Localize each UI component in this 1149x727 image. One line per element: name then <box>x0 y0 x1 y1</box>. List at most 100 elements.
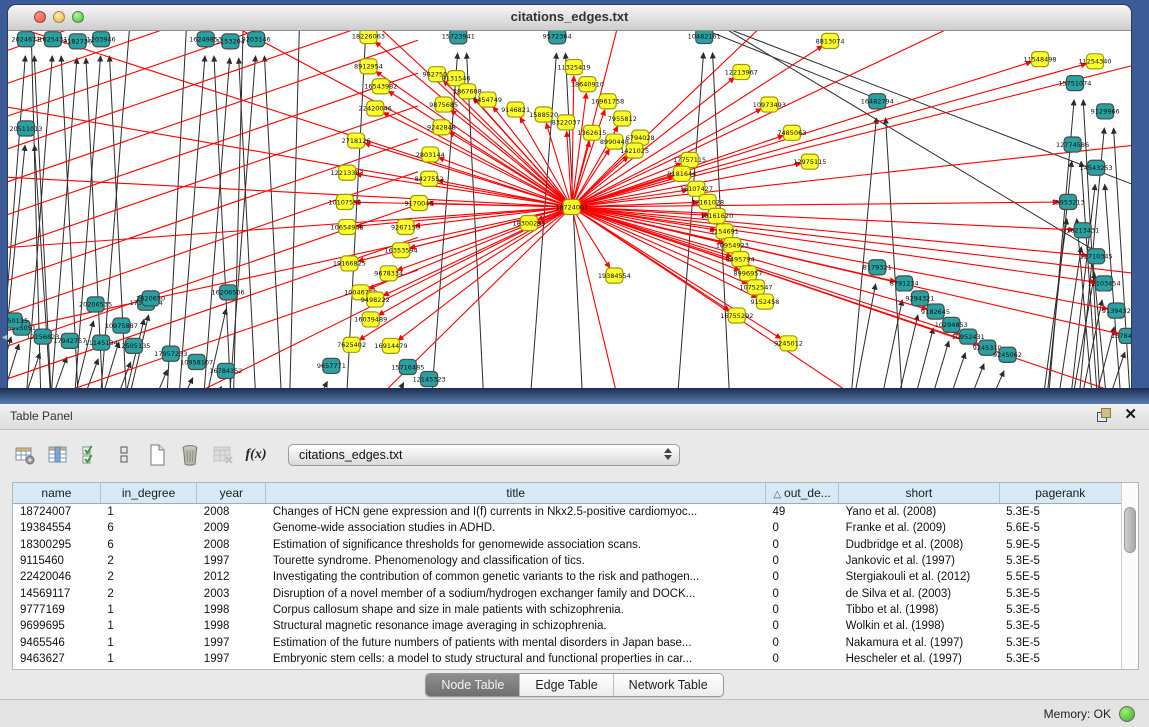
column-header-pagerank[interactable]: pagerank <box>999 483 1121 504</box>
graph-node[interactable]: 7955812 <box>608 111 637 126</box>
network-window-titlebar[interactable]: citations_edges.txt <box>8 5 1131 31</box>
graph-node[interactable]: 11548498 <box>1023 52 1056 67</box>
table-row[interactable]: 1830029562008Estimation of significance … <box>13 537 1121 553</box>
table-row[interactable]: 969969511998Structural magnetic resonanc… <box>13 618 1121 634</box>
network-canvas[interactable]: 18724007 18300295 19384554 22420046 2718… <box>8 31 1131 388</box>
svg-text:10294853: 10294853 <box>935 321 968 329</box>
svg-text:9129966: 9129966 <box>1091 108 1120 116</box>
column-header-short[interactable]: short <box>839 483 999 504</box>
graph-node[interactable]: 8495794 <box>726 252 755 267</box>
tab-edge-table[interactable]: Edge Table <box>519 674 612 696</box>
graph-node[interactable]: 9129966 <box>1091 104 1120 119</box>
table-row[interactable]: 911546021997Tourette syndrome. Phenomeno… <box>13 553 1121 569</box>
graph-node[interactable]: 9657771 <box>317 358 346 373</box>
column-header-in-degree[interactable]: in_degree <box>100 483 196 504</box>
svg-text:18300295: 18300295 <box>512 219 545 227</box>
svg-text:12975115: 12975115 <box>793 158 826 166</box>
graph-node[interactable]: 9146821 <box>501 102 530 117</box>
graph-node[interactable]: 12710345 <box>1080 249 1113 264</box>
graph-node[interactable]: 2718126 <box>342 133 371 148</box>
table-row[interactable]: 946362711997Embryonic stem cells: a mode… <box>13 651 1121 667</box>
graph-node[interactable]: 16961758 <box>591 94 624 109</box>
collapse-panel-arrow-icon[interactable]: ◄ <box>0 330 9 344</box>
graph-node[interactable]: 16784352 <box>209 363 242 378</box>
svg-text:8427552: 8427552 <box>415 175 444 183</box>
table-row[interactable]: 946554611997Estimation of the future num… <box>13 634 1121 650</box>
graph-node[interactable]: 9572364 <box>543 31 572 44</box>
graph-node[interactable]: 12774586 <box>1056 137 1089 152</box>
graph-node[interactable]: 16543982 <box>364 79 397 94</box>
tab-network-table[interactable]: Network Table <box>613 674 723 696</box>
graph-node[interactable]: 12505135 <box>117 338 150 353</box>
svg-text:8179321: 8179321 <box>863 264 892 272</box>
svg-text:12213967: 12213967 <box>725 68 758 76</box>
graph-node[interactable]: 12213967 <box>725 64 758 79</box>
graph-node[interactable]: 15953213 <box>1052 194 1085 209</box>
table-row[interactable]: 2242004622012Investigating the contribut… <box>13 569 1121 585</box>
svg-text:9875685: 9875685 <box>429 101 458 109</box>
column-header-out-de-[interactable]: △out_de... <box>766 483 839 504</box>
graph-node[interactable]: 15723941 <box>442 31 475 44</box>
graph-node[interactable]: 8813074 <box>816 33 845 48</box>
column-header-name[interactable]: name <box>13 483 100 504</box>
table-row[interactable]: 1872400712008Changes of HCN gene express… <box>13 504 1121 521</box>
graph-node[interactable]: 16914479 <box>374 338 407 353</box>
graph-node[interactable]: 7625402 <box>337 337 366 352</box>
graph-node[interactable]: 18640910 <box>571 77 604 92</box>
graph-node[interactable]: 22420046 <box>359 101 392 116</box>
table-settings-button[interactable] <box>10 440 40 470</box>
svg-text:15716485: 15716485 <box>391 363 424 371</box>
column-header-year[interactable]: year <box>197 483 266 504</box>
graph-node[interactable]: 12145323 <box>413 372 446 387</box>
select-columns-button[interactable] <box>76 440 106 470</box>
new-table-button[interactable] <box>142 440 172 470</box>
graph-node[interactable]: 9139432 <box>1102 303 1131 318</box>
graph-node[interactable]: 16039489 <box>354 312 387 327</box>
graph-node[interactable]: 10975887 <box>105 318 138 333</box>
graph-node[interactable]: 10482161 <box>688 31 721 44</box>
graph-node[interactable]: 7485063 <box>777 125 806 140</box>
graph-node[interactable]: 16206506 <box>212 285 245 300</box>
graph-node[interactable]: 17757115 <box>673 152 706 167</box>
row-height-button[interactable] <box>109 440 139 470</box>
table-row[interactable]: 977716911998Corpus callosum shape and si… <box>13 602 1121 618</box>
table-vertical-scrollbar[interactable] <box>1121 483 1138 669</box>
close-panel-icon[interactable]: ✕ <box>1124 408 1137 422</box>
network-window-title: citations_edges.txt <box>8 9 1131 24</box>
table-row[interactable]: 1938455462009Genome-wide association stu… <box>13 520 1121 536</box>
graph-node[interactable]: 12975115 <box>793 154 826 169</box>
network-view-window: citations_edges.txt 18724007 18300295 19… <box>8 5 1131 388</box>
graph-node[interactable]: 10654948 <box>331 219 364 234</box>
table-row[interactable]: 1456911722003Disruption of a novel membe… <box>13 585 1121 601</box>
graph-node[interactable]: 14543253 <box>1080 160 1113 175</box>
column-visibility-button[interactable] <box>43 440 73 470</box>
graph-node[interactable]: 15716485 <box>391 359 424 374</box>
graph-node[interactable]: 18226063 <box>352 31 385 44</box>
function-builder-button[interactable]: f(x) <box>241 440 271 470</box>
graph-node[interactable]: 9170045 <box>405 196 434 211</box>
table-panel-titlebar[interactable]: Table Panel ✕ <box>0 404 1149 430</box>
graph-node[interactable]: 16784321 <box>1111 328 1131 343</box>
svg-text:9146821: 9146821 <box>501 106 530 114</box>
citation-network-graph[interactable]: 18724007 18300295 19384554 22420046 2718… <box>8 31 1131 388</box>
graph-node[interactable]: 9267150 <box>391 219 420 234</box>
graph-node[interactable]: 16353594 <box>385 243 418 258</box>
graph-node[interactable]: 9678334 <box>374 266 403 281</box>
column-header-title[interactable]: title <box>266 483 766 504</box>
svg-text:8996957: 8996957 <box>734 270 763 278</box>
delete-entries-button[interactable] <box>175 440 205 470</box>
graph-node[interactable]: 12103454 <box>1087 276 1120 291</box>
graph-node[interactable]: 8791234 <box>890 276 919 291</box>
table-select-dropdown[interactable]: citations_edges.txt <box>288 444 680 466</box>
graph-node[interactable]: 9245012 <box>774 336 803 351</box>
graph-node[interactable]: 15751074 <box>1058 76 1091 91</box>
graph-node[interactable]: 19384554 <box>598 268 631 283</box>
tab-node-table[interactable]: Node Table <box>426 674 519 696</box>
float-panel-icon[interactable] <box>1097 408 1111 422</box>
graph-node[interactable]: 10973493 <box>753 97 786 112</box>
delete-table-button-disabled[interactable] <box>208 440 238 470</box>
graph-node[interactable]: 11254340 <box>1078 54 1111 69</box>
graph-node[interactable]: 8179321 <box>863 260 892 275</box>
scrollbar-thumb[interactable] <box>1124 507 1136 553</box>
graph-node[interactable]: 11325419 <box>557 60 590 75</box>
